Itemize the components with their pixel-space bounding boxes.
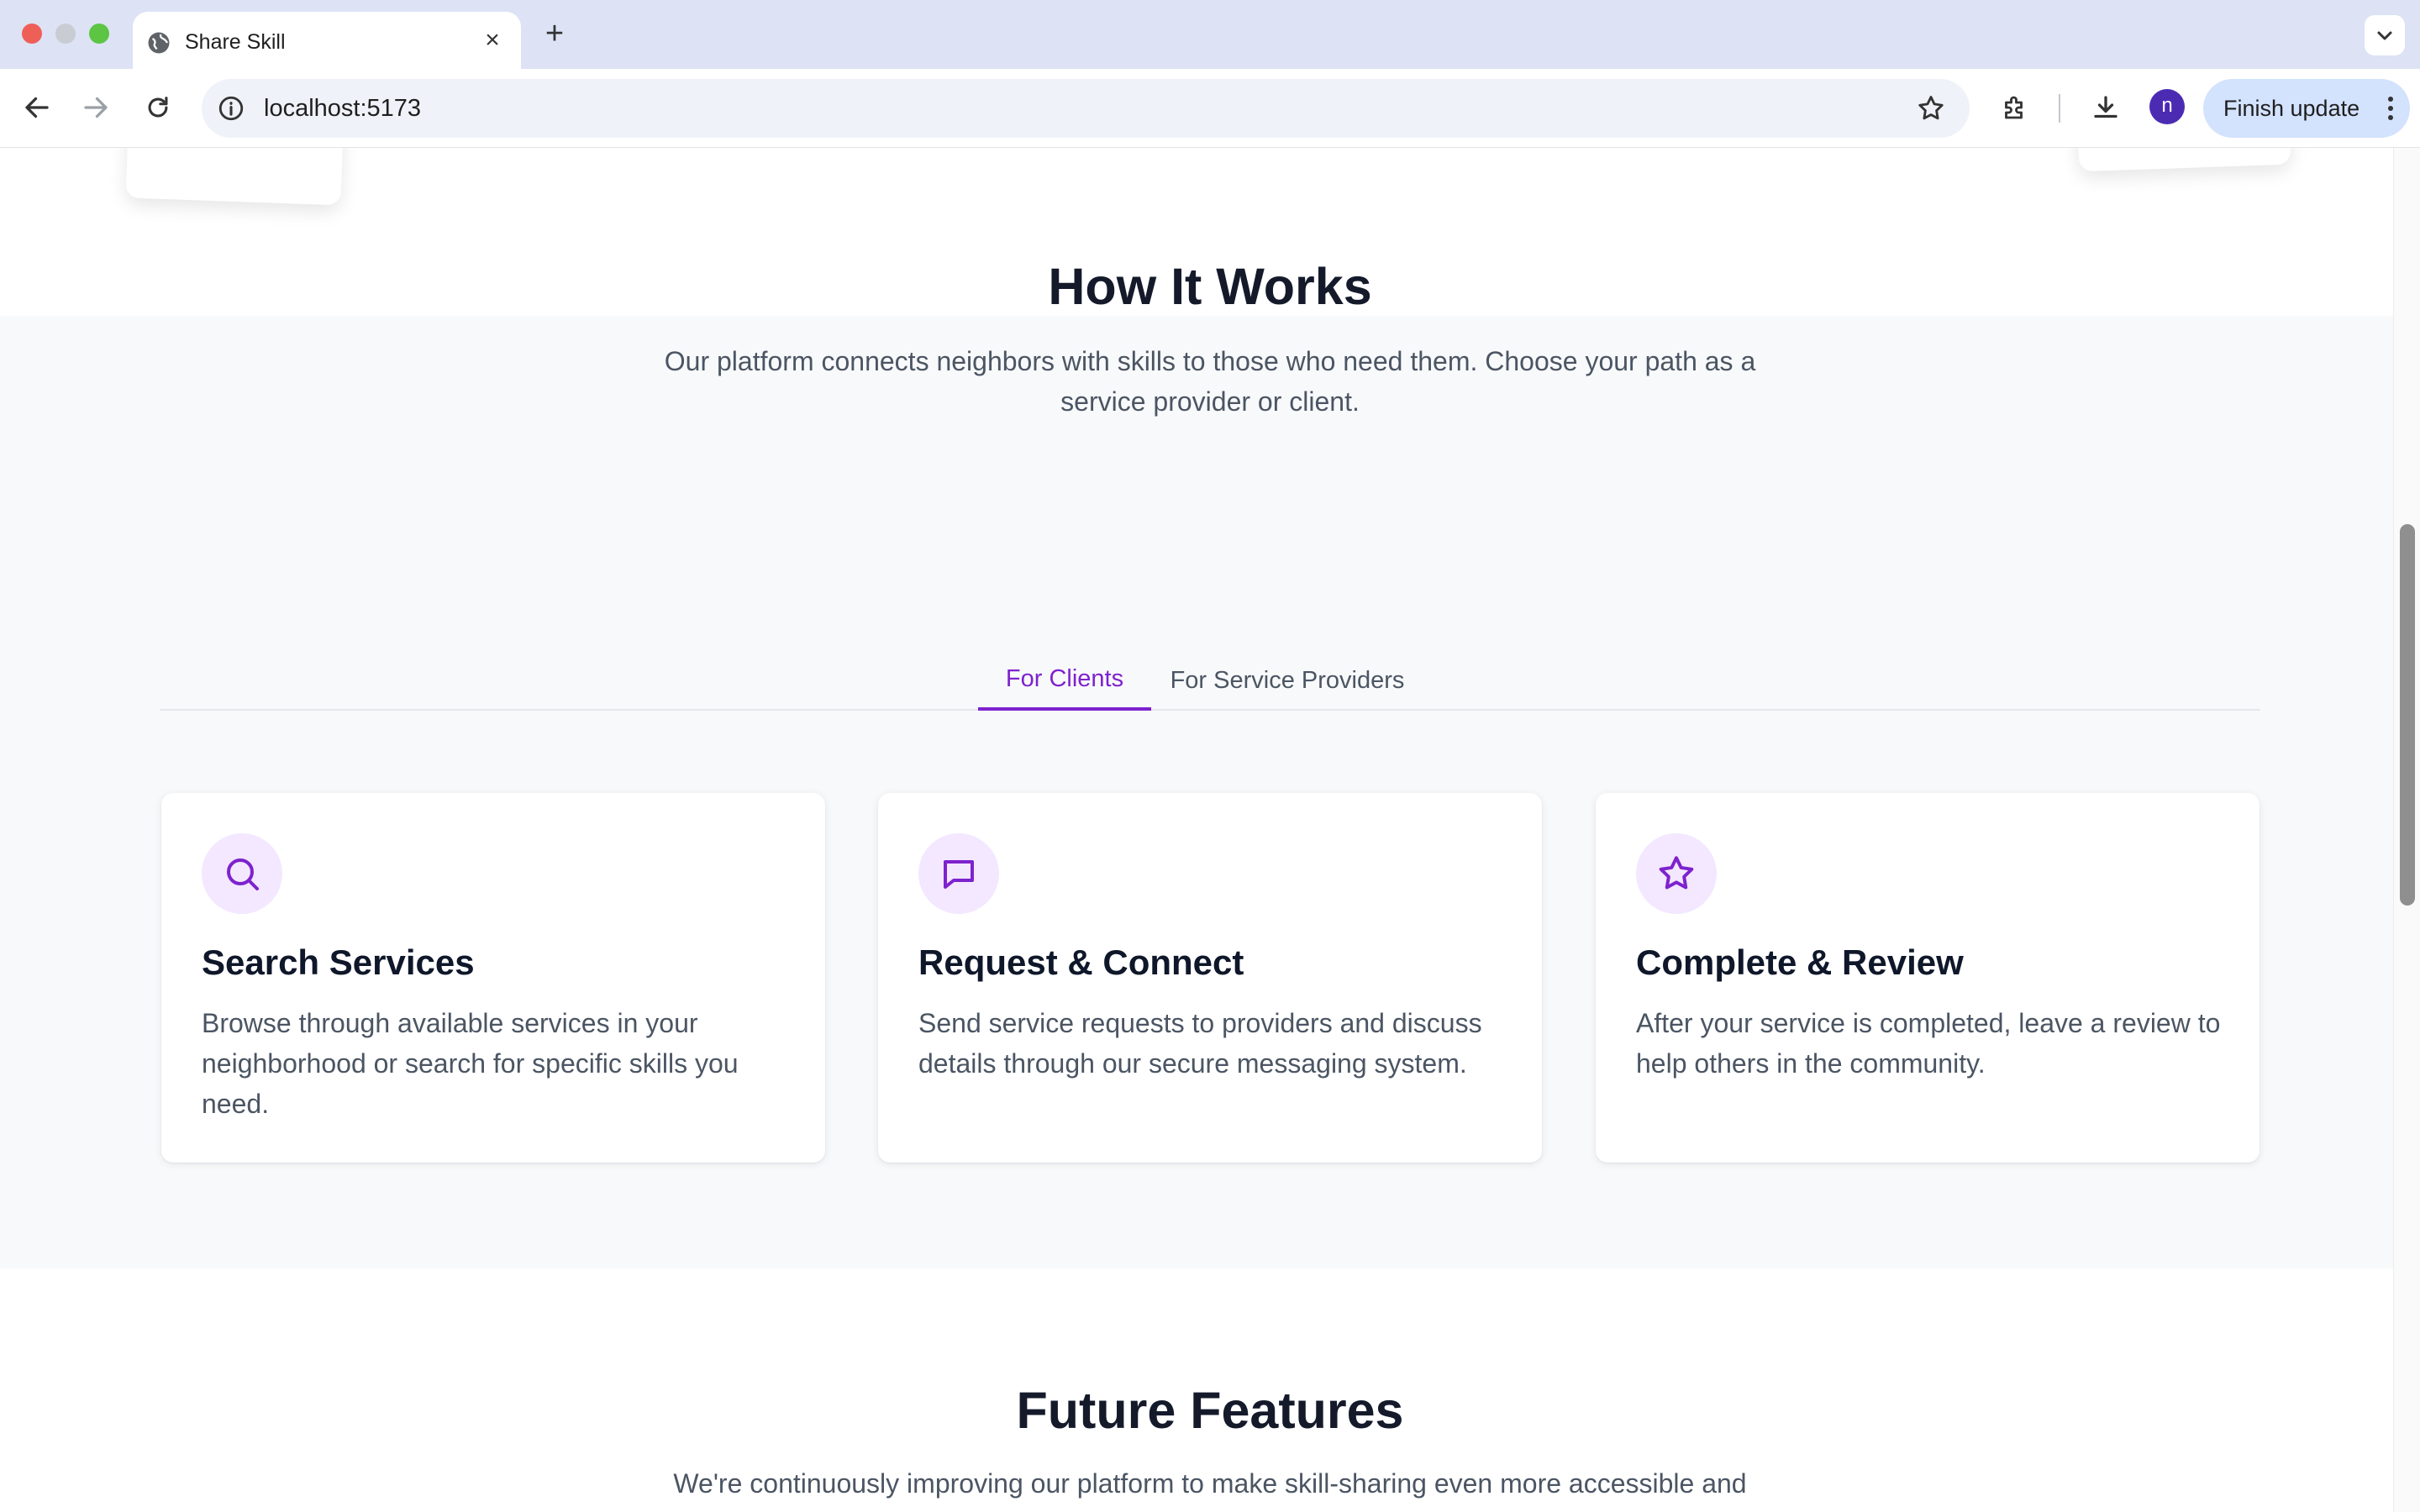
step-card-search: Search Services Browse through available…	[161, 793, 825, 1163]
reload-icon	[148, 97, 168, 118]
step-card-review: Complete & Review After your service is …	[1596, 793, 2260, 1163]
tab-for-clients[interactable]: For Clients	[978, 647, 1151, 711]
page-scrollbar[interactable]	[2393, 148, 2420, 1512]
finish-update-label: Finish update	[2223, 96, 2360, 121]
bookmark-star-icon[interactable]	[1916, 93, 1946, 123]
more-vertical-icon	[2388, 97, 2393, 120]
puzzle-icon	[2005, 96, 2023, 119]
card-description: Browse through available services in you…	[202, 1008, 739, 1119]
chevron-down-icon	[2377, 31, 2392, 40]
url-text: localhost:5173	[264, 95, 422, 122]
future-features-subtitle: We're continuously improving our platfor…	[673, 1468, 1747, 1499]
hero-floating-card	[125, 148, 345, 206]
tab-title: Share Skill	[185, 30, 286, 54]
info-icon[interactable]	[217, 94, 245, 123]
profile-avatar[interactable]: n	[2149, 89, 2185, 124]
card-description: After your service is completed, leave a…	[1636, 1008, 2221, 1079]
tab-for-service-providers[interactable]: For Service Providers	[1166, 648, 1408, 712]
finish-update-button[interactable]: Finish update	[2203, 79, 2410, 138]
step-card-request: Request & Connect Send service requests …	[878, 793, 1542, 1163]
address-bar[interactable]: localhost:5173	[202, 79, 1970, 138]
maximize-window-button[interactable]	[89, 24, 109, 44]
card-icon-badge	[202, 833, 282, 914]
minimize-window-button[interactable]	[55, 24, 76, 44]
reload-button[interactable]	[138, 87, 178, 128]
how-it-works-subtitle: Our platform connects neighbors with ski…	[664, 346, 1756, 417]
arrow-left-icon	[25, 97, 49, 118]
arrow-right-icon	[84, 97, 108, 118]
role-tabs: For Clients For Service Providers	[160, 647, 2260, 711]
card-title: Search Services	[202, 942, 475, 982]
card-icon-badge	[918, 833, 999, 914]
browser-tab-bar: Share Skill × +	[0, 0, 2420, 69]
scrollbar-thumb[interactable]	[2400, 524, 2415, 906]
hero-floating-card	[2075, 148, 2291, 172]
card-description: Send service requests to providers and d…	[918, 1008, 1482, 1079]
back-button[interactable]	[17, 87, 57, 128]
how-it-works-title: How It Works	[1048, 258, 1372, 315]
downloads-button[interactable]	[2086, 87, 2126, 128]
card-title: Request & Connect	[918, 942, 1244, 982]
download-icon	[2094, 96, 2118, 118]
close-window-button[interactable]	[22, 24, 42, 44]
card-icon-badge	[1636, 833, 1717, 914]
search-icon	[227, 858, 259, 890]
browser-tab[interactable]: Share Skill ×	[133, 12, 521, 69]
globe-icon	[148, 32, 170, 54]
toolbar-divider	[2059, 94, 2060, 123]
close-tab-icon[interactable]: ×	[479, 27, 506, 54]
forward-button[interactable]	[76, 87, 116, 128]
star-icon	[1659, 856, 1694, 890]
future-features-title: Future Features	[1016, 1382, 1404, 1439]
tab-search-button[interactable]	[2365, 15, 2405, 55]
message-icon	[944, 860, 974, 889]
extensions-button[interactable]	[1995, 87, 2035, 128]
browser-toolbar: localhost:5173 n Finish update	[0, 69, 2420, 148]
card-title: Complete & Review	[1636, 942, 1964, 982]
new-tab-button[interactable]: +	[538, 17, 571, 50]
